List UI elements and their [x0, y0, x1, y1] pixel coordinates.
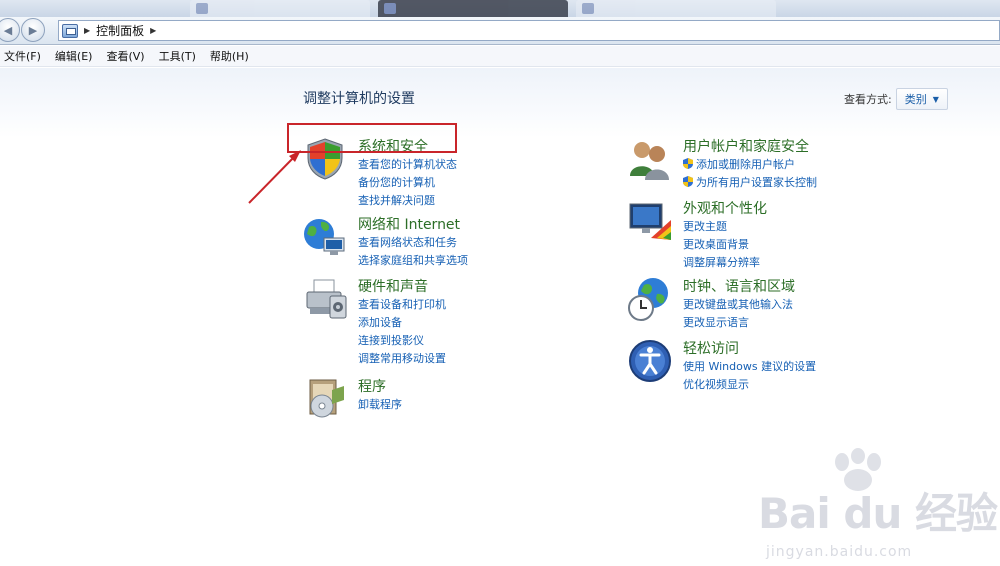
taskbar-strip: [0, 0, 1000, 17]
link-parental-controls[interactable]: 为所有用户设置家长控制: [683, 174, 817, 192]
background-window-tab[interactable]: [190, 0, 370, 17]
window-icon: [582, 3, 594, 14]
link-view-network-status[interactable]: 查看网络状态和任务: [358, 234, 468, 252]
link-connect-projector[interactable]: 连接到投影仪: [358, 332, 446, 350]
forward-button[interactable]: ▶: [21, 18, 45, 42]
menu-bar: 文件(F) 编辑(E) 查看(V) 工具(T) 帮助(H): [0, 46, 1000, 67]
page-title: 调整计算机的设置: [303, 91, 415, 107]
ease-of-access-icon[interactable]: [627, 338, 673, 384]
link-mobility-settings[interactable]: 调整常用移动设置: [358, 350, 446, 368]
watermark-url: jingyan.baidu.com: [766, 544, 913, 560]
clock-globe-icon[interactable]: [627, 276, 673, 322]
category-title-appearance[interactable]: 外观和个性化: [683, 198, 767, 218]
control-panel-content: 调整计算机的设置 查看方式: 类别 ▼ 系统和安全 查看您的计算机状态 备份您的…: [0, 68, 1000, 566]
window-icon: [196, 3, 208, 14]
category-title-network-internet[interactable]: 网络和 Internet: [358, 214, 460, 234]
link-change-theme[interactable]: 更改主题: [683, 218, 760, 236]
category-title-hardware-sound[interactable]: 硬件和声音: [358, 276, 428, 296]
view-by-dropdown[interactable]: 类别 ▼: [895, 88, 948, 110]
baidu-watermark: Bai du 经验 jingyan.baidu.com: [740, 448, 1000, 566]
breadcrumb-separator-icon[interactable]: ▶: [150, 26, 156, 35]
programs-icon[interactable]: [302, 376, 348, 422]
uac-shield-icon: [683, 158, 693, 169]
users-icon[interactable]: [627, 136, 673, 182]
control-panel-icon: [62, 23, 78, 38]
link-view-computer-status[interactable]: 查看您的计算机状态: [358, 156, 457, 174]
uac-shield-icon: [683, 176, 693, 187]
link-label: 添加或删除用户帐户: [696, 158, 795, 171]
link-view-devices-printers[interactable]: 查看设备和打印机: [358, 296, 446, 314]
chevron-down-icon: ▼: [932, 94, 939, 104]
background-window-tab[interactable]: [576, 0, 776, 17]
category-title-clock-language-region[interactable]: 时钟、语言和区域: [683, 276, 795, 296]
annotation-arrow-icon: [248, 150, 301, 204]
link-optimize-visual-display[interactable]: 优化视频显示: [683, 376, 816, 394]
link-find-fix-problems[interactable]: 查找并解决问题: [358, 192, 457, 210]
arrow-right-icon: ▶: [28, 23, 38, 37]
link-add-remove-users[interactable]: 添加或删除用户帐户: [683, 156, 817, 174]
view-by: 查看方式: 类别 ▼: [844, 88, 948, 110]
background-window-tab[interactable]: [378, 0, 568, 17]
menu-file[interactable]: 文件(F): [4, 48, 41, 64]
arrow-left-icon: ◀: [3, 23, 13, 37]
breadcrumb-control-panel[interactable]: 控制面板: [96, 22, 144, 39]
printer-icon[interactable]: [302, 276, 348, 322]
link-screen-resolution[interactable]: 调整屏幕分辨率: [683, 254, 760, 272]
breadcrumb-separator-icon[interactable]: ▶: [84, 26, 90, 35]
link-homegroup-sharing[interactable]: 选择家庭组和共享选项: [358, 252, 468, 270]
menu-tools[interactable]: 工具(T): [159, 48, 196, 64]
link-uninstall-program[interactable]: 卸载程序: [358, 396, 402, 414]
appearance-icon[interactable]: [627, 198, 673, 244]
view-by-label: 查看方式:: [844, 93, 892, 106]
link-change-input-method[interactable]: 更改键盘或其他输入法: [683, 296, 793, 314]
address-bar-row: ◀ ▶ ▶ 控制面板 ▶: [0, 17, 1000, 45]
menu-help[interactable]: 帮助(H): [210, 48, 249, 64]
menu-edit[interactable]: 编辑(E): [55, 48, 93, 64]
link-add-device[interactable]: 添加设备: [358, 314, 446, 332]
view-by-value: 类别: [904, 93, 927, 106]
category-title-user-accounts[interactable]: 用户帐户和家庭安全: [683, 136, 809, 156]
menu-view[interactable]: 查看(V): [106, 48, 144, 64]
link-label: 为所有用户设置家长控制: [696, 176, 817, 189]
watermark-logo: Bai du 经验: [758, 489, 998, 538]
back-button[interactable]: ◀: [0, 18, 20, 42]
window-icon: [384, 3, 396, 14]
link-change-display-language[interactable]: 更改显示语言: [683, 314, 793, 332]
address-bar[interactable]: ▶ 控制面板 ▶: [58, 20, 1000, 41]
category-title-programs[interactable]: 程序: [358, 376, 386, 396]
link-change-background[interactable]: 更改桌面背景: [683, 236, 760, 254]
category-title-ease-of-access[interactable]: 轻松访问: [683, 338, 739, 358]
link-windows-recommended-settings[interactable]: 使用 Windows 建议的设置: [683, 358, 816, 376]
link-backup-computer[interactable]: 备份您的计算机: [358, 174, 457, 192]
